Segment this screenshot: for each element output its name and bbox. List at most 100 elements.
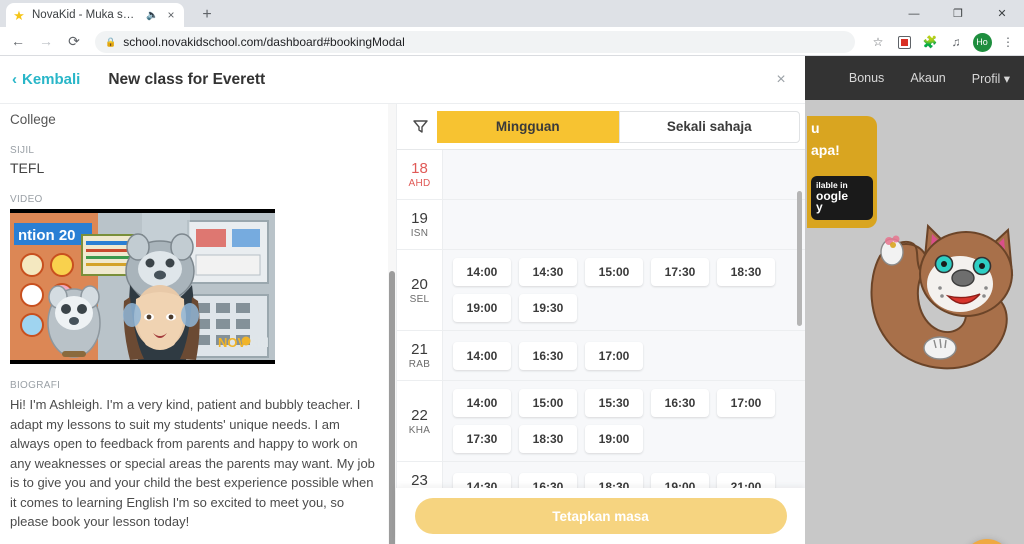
time-slot[interactable]: 19:00 bbox=[585, 425, 643, 453]
time-slot[interactable]: 14:00 bbox=[453, 341, 511, 370]
back-button-label: Kembali bbox=[22, 71, 81, 88]
day-weekday: ISN bbox=[410, 228, 429, 239]
window-close-button[interactable]: ✕ bbox=[980, 0, 1024, 27]
certificate-value: TEFL bbox=[10, 160, 45, 176]
day-label: 18 AHD bbox=[397, 150, 443, 199]
address-bar[interactable]: 🔒 school.novakidschool.com/dashboard#boo… bbox=[95, 31, 855, 53]
new-tab-button[interactable]: + bbox=[196, 4, 218, 26]
avatar[interactable]: Ho bbox=[970, 30, 994, 54]
table-row: 20 SEL 14:00 14:30 15:00 17:30 18:30 19:… bbox=[397, 250, 805, 331]
day-number: 21 bbox=[411, 341, 428, 358]
browser-tab[interactable]: ★ NovaKid - Muka surat utama 🔈 × bbox=[6, 3, 184, 27]
back-button[interactable]: ‹ Kembali bbox=[12, 71, 80, 88]
lock-icon: 🔒 bbox=[105, 36, 117, 47]
table-row: 22 KHA 14:00 15:00 15:30 16:30 17:00 17:… bbox=[397, 381, 805, 462]
time-slot[interactable]: 19:00 bbox=[453, 294, 511, 322]
schedule-day-list[interactable]: 18 AHD 19 ISN 20 SEL 14:00 14:30 15:00 1… bbox=[397, 150, 805, 544]
window-controls: — ❐ ✕ bbox=[892, 0, 1024, 27]
forward-icon: → bbox=[39, 33, 53, 49]
site-nav-item-bonus[interactable]: Bonus bbox=[849, 71, 884, 85]
list-music-icon[interactable]: ♫ bbox=[944, 30, 968, 54]
mascot-dog-illustration bbox=[862, 208, 1022, 378]
slot-list: 14:00 16:30 17:00 bbox=[443, 331, 805, 380]
site-nav-item-profil[interactable]: Profil ▾ bbox=[972, 71, 1010, 86]
toolbar-icons: ☆ 🧩 ♫ Ho ⋮ bbox=[866, 30, 1020, 54]
day-weekday: AHD bbox=[408, 178, 431, 189]
browser-toolbar: ← → ⟳ 🔒 school.novakidschool.com/dashboa… bbox=[0, 27, 1024, 56]
extension-red-icon[interactable] bbox=[892, 30, 916, 54]
promo-line-1: u bbox=[811, 120, 820, 136]
teacher-video-thumbnail[interactable]: ntion 20 NOV kid bbox=[10, 209, 275, 364]
reload-icon[interactable]: ⟳ bbox=[60, 27, 88, 55]
day-number: 19 bbox=[411, 210, 428, 227]
modal-scrollbar-thumb[interactable] bbox=[389, 271, 395, 544]
bookmark-star-icon[interactable]: ☆ bbox=[866, 30, 890, 54]
time-slot[interactable]: 18:30 bbox=[717, 258, 775, 286]
schedule-panel: Mingguan Sekali sahaja 18 AHD 19 ISN 20 … bbox=[396, 104, 805, 544]
modal-footer: Tetapkan masa bbox=[396, 488, 805, 544]
day-weekday: SEL bbox=[409, 293, 430, 305]
day-weekday: RAB bbox=[408, 359, 431, 370]
time-slot[interactable]: 18:30 bbox=[519, 425, 577, 453]
schedule-scrollbar-thumb[interactable] bbox=[797, 191, 802, 326]
tab-mingguan[interactable]: Mingguan bbox=[437, 110, 619, 143]
day-weekday: KHA bbox=[408, 424, 431, 436]
time-slot[interactable]: 17:30 bbox=[651, 258, 709, 286]
time-slot[interactable]: 14:00 bbox=[453, 258, 511, 286]
day-number: 18 bbox=[411, 160, 428, 177]
day-number: 22 bbox=[411, 406, 428, 424]
teacher-info-panel: College SIJIL TEFL VIDEO ntion 20 NOV ki… bbox=[0, 104, 396, 544]
chrome-menu-icon[interactable]: ⋮ bbox=[996, 30, 1020, 54]
day-label: 22 KHA bbox=[397, 381, 443, 461]
day-label: 20 SEL bbox=[397, 250, 443, 330]
page-title: New class for Everett bbox=[108, 70, 266, 88]
minimize-button[interactable]: — bbox=[892, 0, 936, 27]
slot-list bbox=[443, 150, 805, 199]
browser-tab-strip: ★ NovaKid - Muka surat utama 🔈 × + — ❐ ✕ bbox=[0, 0, 1024, 27]
table-row: 19 ISN bbox=[397, 200, 805, 250]
time-slot[interactable]: 16:30 bbox=[519, 341, 577, 370]
time-slot[interactable]: 16:30 bbox=[651, 389, 709, 417]
site-nav: Bonus Akaun Profil ▾ bbox=[849, 56, 1010, 100]
chevron-left-icon: ‹ bbox=[12, 71, 17, 88]
close-icon[interactable]: × bbox=[771, 70, 791, 90]
time-slot[interactable]: 14:30 bbox=[519, 258, 577, 286]
time-slot[interactable]: 19:30 bbox=[519, 294, 577, 322]
booking-modal: ‹ Kembali New class for Everett × Colleg… bbox=[0, 56, 805, 544]
bio-text: Hi! I'm Ashleigh. I'm a very kind, patie… bbox=[10, 397, 375, 529]
url-text: school.novakidschool.com/dashboard#booki… bbox=[123, 35, 405, 49]
slot-list bbox=[443, 200, 805, 249]
time-slot[interactable]: 15:00 bbox=[585, 258, 643, 286]
slot-list: 14:00 14:30 15:00 17:30 18:30 19:00 19:3… bbox=[443, 250, 805, 330]
badge-line-3: y bbox=[816, 200, 823, 214]
time-slot[interactable]: 14:00 bbox=[453, 389, 511, 417]
browser-tab-title: NovaKid - Muka surat utama bbox=[32, 9, 140, 21]
tab-sekali-sahaja[interactable]: Sekali sahaja bbox=[618, 110, 800, 143]
day-number: 20 bbox=[411, 275, 428, 293]
education-value: College bbox=[10, 112, 56, 127]
filter-funnel-icon[interactable] bbox=[403, 110, 437, 144]
time-slot[interactable]: 17:00 bbox=[585, 341, 643, 370]
time-slot[interactable]: 15:30 bbox=[585, 389, 643, 417]
day-label: 21 RAB bbox=[397, 331, 443, 380]
chat-widget-button[interactable] bbox=[963, 539, 1011, 544]
promo-line-2: apa! bbox=[811, 142, 840, 158]
time-slot[interactable]: 17:30 bbox=[453, 425, 511, 453]
time-slot[interactable]: 17:00 bbox=[717, 389, 775, 417]
maximize-button[interactable]: ❐ bbox=[936, 0, 980, 27]
site-nav-item-akaun[interactable]: Akaun bbox=[910, 71, 945, 85]
badge-line-2: oogle bbox=[816, 189, 848, 203]
close-icon[interactable]: × bbox=[164, 9, 178, 21]
speaker-icon[interactable]: 🔈 bbox=[146, 10, 158, 21]
back-icon[interactable]: ← bbox=[4, 27, 32, 55]
time-slot[interactable]: 15:00 bbox=[519, 389, 577, 417]
svg-text:kid: kid bbox=[250, 335, 269, 350]
slot-list: 14:00 15:00 15:30 16:30 17:00 17:30 18:3… bbox=[443, 381, 805, 461]
video-label: VIDEO bbox=[10, 194, 43, 205]
table-row: 18 AHD bbox=[397, 150, 805, 200]
screenshot-root: ★ NovaKid - Muka surat utama 🔈 × + — ❐ ✕… bbox=[0, 0, 1024, 544]
modal-header: ‹ Kembali New class for Everett × bbox=[0, 56, 805, 104]
submit-time-button[interactable]: Tetapkan masa bbox=[414, 498, 787, 534]
schedule-tabs: Mingguan Sekali sahaja bbox=[397, 104, 805, 150]
puzzle-icon[interactable]: 🧩 bbox=[918, 30, 942, 54]
